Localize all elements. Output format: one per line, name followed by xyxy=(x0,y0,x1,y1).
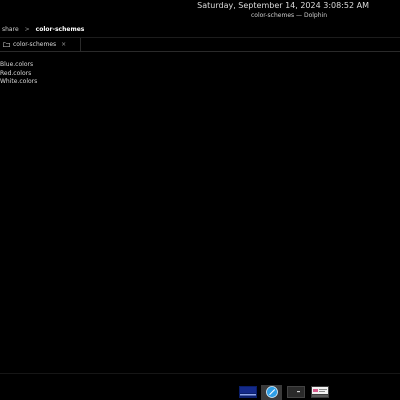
tab-bar: color-schemes × xyxy=(0,37,400,52)
terminal-icon xyxy=(286,386,305,398)
file-item-blue[interactable]: Blue.colors xyxy=(0,61,37,70)
taskbar-item-3[interactable] xyxy=(285,385,306,400)
file-item-white[interactable]: White.colors xyxy=(0,78,37,87)
taskbar xyxy=(237,384,330,400)
taskbar-item-1[interactable] xyxy=(237,385,258,400)
breadcrumb-item-share[interactable]: share xyxy=(2,26,19,33)
taskbar-item-2[interactable] xyxy=(261,384,282,400)
browser-icon xyxy=(265,386,278,398)
folder-icon xyxy=(3,42,10,47)
file-item-red[interactable]: Red.colors xyxy=(0,70,37,79)
desktop-screen: Saturday, September 14, 2024 3:08:52 AM … xyxy=(0,0,400,400)
close-icon[interactable]: × xyxy=(61,41,66,48)
window-thumbnail-icon-2 xyxy=(310,386,329,398)
taskbar-item-4[interactable] xyxy=(309,385,330,400)
file-list: Blue.colors Red.colors White.colors xyxy=(0,61,37,87)
window-title: color-schemes — Dolphin xyxy=(251,12,327,19)
window-thumbnail-icon xyxy=(238,386,257,398)
panel-divider xyxy=(0,373,400,374)
breadcrumb-item-color-schemes[interactable]: color-schemes xyxy=(36,26,85,33)
breadcrumb: share > color-schemes xyxy=(2,24,84,35)
tab-color-schemes[interactable]: color-schemes × xyxy=(0,38,81,51)
tab-label: color-schemes xyxy=(13,41,57,48)
breadcrumb-separator-icon: > xyxy=(24,26,30,33)
clock: Saturday, September 14, 2024 3:08:52 AM xyxy=(197,1,369,10)
